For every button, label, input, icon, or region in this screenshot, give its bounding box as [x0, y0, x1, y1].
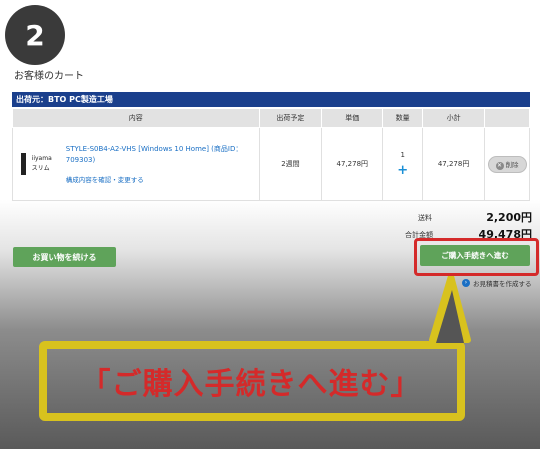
callout-text: 「ご購入手続きへ進む」 [80, 367, 422, 402]
arrow-circle-icon: › [462, 279, 470, 287]
create-estimate-link[interactable]: › お見積書を作成する [462, 278, 532, 288]
checkout-button[interactable]: ご購入手続きへ進む [420, 245, 530, 266]
estimate-label: お見積書を作成する [473, 280, 532, 288]
